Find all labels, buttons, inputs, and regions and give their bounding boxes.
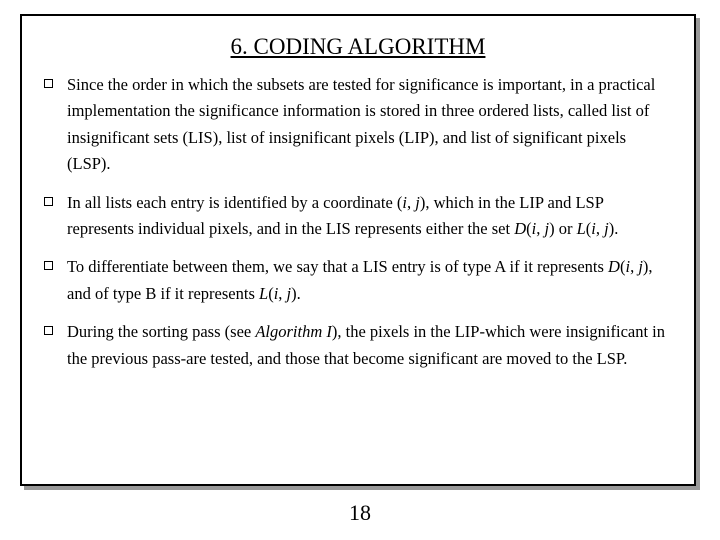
text-run: In all lists each entry is identified by… bbox=[67, 193, 402, 212]
bullet-text: To differentiate between them, we say th… bbox=[67, 254, 672, 307]
text-run: , bbox=[278, 284, 286, 303]
text-run: ) or bbox=[549, 219, 577, 238]
bullet-item: To differentiate between them, we say th… bbox=[44, 254, 672, 307]
page-number: 18 bbox=[0, 500, 720, 526]
bullet-marker-icon bbox=[44, 326, 53, 335]
bullet-text: Since the order in which the subsets are… bbox=[67, 72, 672, 178]
var-L: L bbox=[259, 284, 268, 303]
bullet-marker-icon bbox=[44, 79, 53, 88]
bullet-list: Since the order in which the subsets are… bbox=[44, 72, 672, 372]
bullet-marker-icon bbox=[44, 197, 53, 206]
var-L: L bbox=[577, 219, 586, 238]
bullet-item: Since the order in which the subsets are… bbox=[44, 72, 672, 178]
bullet-item: In all lists each entry is identified by… bbox=[44, 190, 672, 243]
bullet-item: During the sorting pass (see Algorithm I… bbox=[44, 319, 672, 372]
bullet-text: During the sorting pass (see Algorithm I… bbox=[67, 319, 672, 372]
bullet-text: In all lists each entry is identified by… bbox=[67, 190, 672, 243]
algorithm-ref: Algorithm I bbox=[255, 322, 332, 341]
text-run: ). bbox=[609, 219, 619, 238]
slide-title: 6. CODING ALGORITHM bbox=[44, 34, 672, 60]
bullet-marker-icon bbox=[44, 261, 53, 270]
text-run: During the sorting pass (see bbox=[67, 322, 255, 341]
text-run: , bbox=[407, 193, 415, 212]
var-D: D bbox=[514, 219, 526, 238]
slide-frame: 6. CODING ALGORITHM Since the order in w… bbox=[20, 14, 696, 486]
var-D: D bbox=[608, 257, 620, 276]
text-run: ). bbox=[291, 284, 301, 303]
text-run: To differentiate between them, we say th… bbox=[67, 257, 608, 276]
text-run: , bbox=[596, 219, 604, 238]
